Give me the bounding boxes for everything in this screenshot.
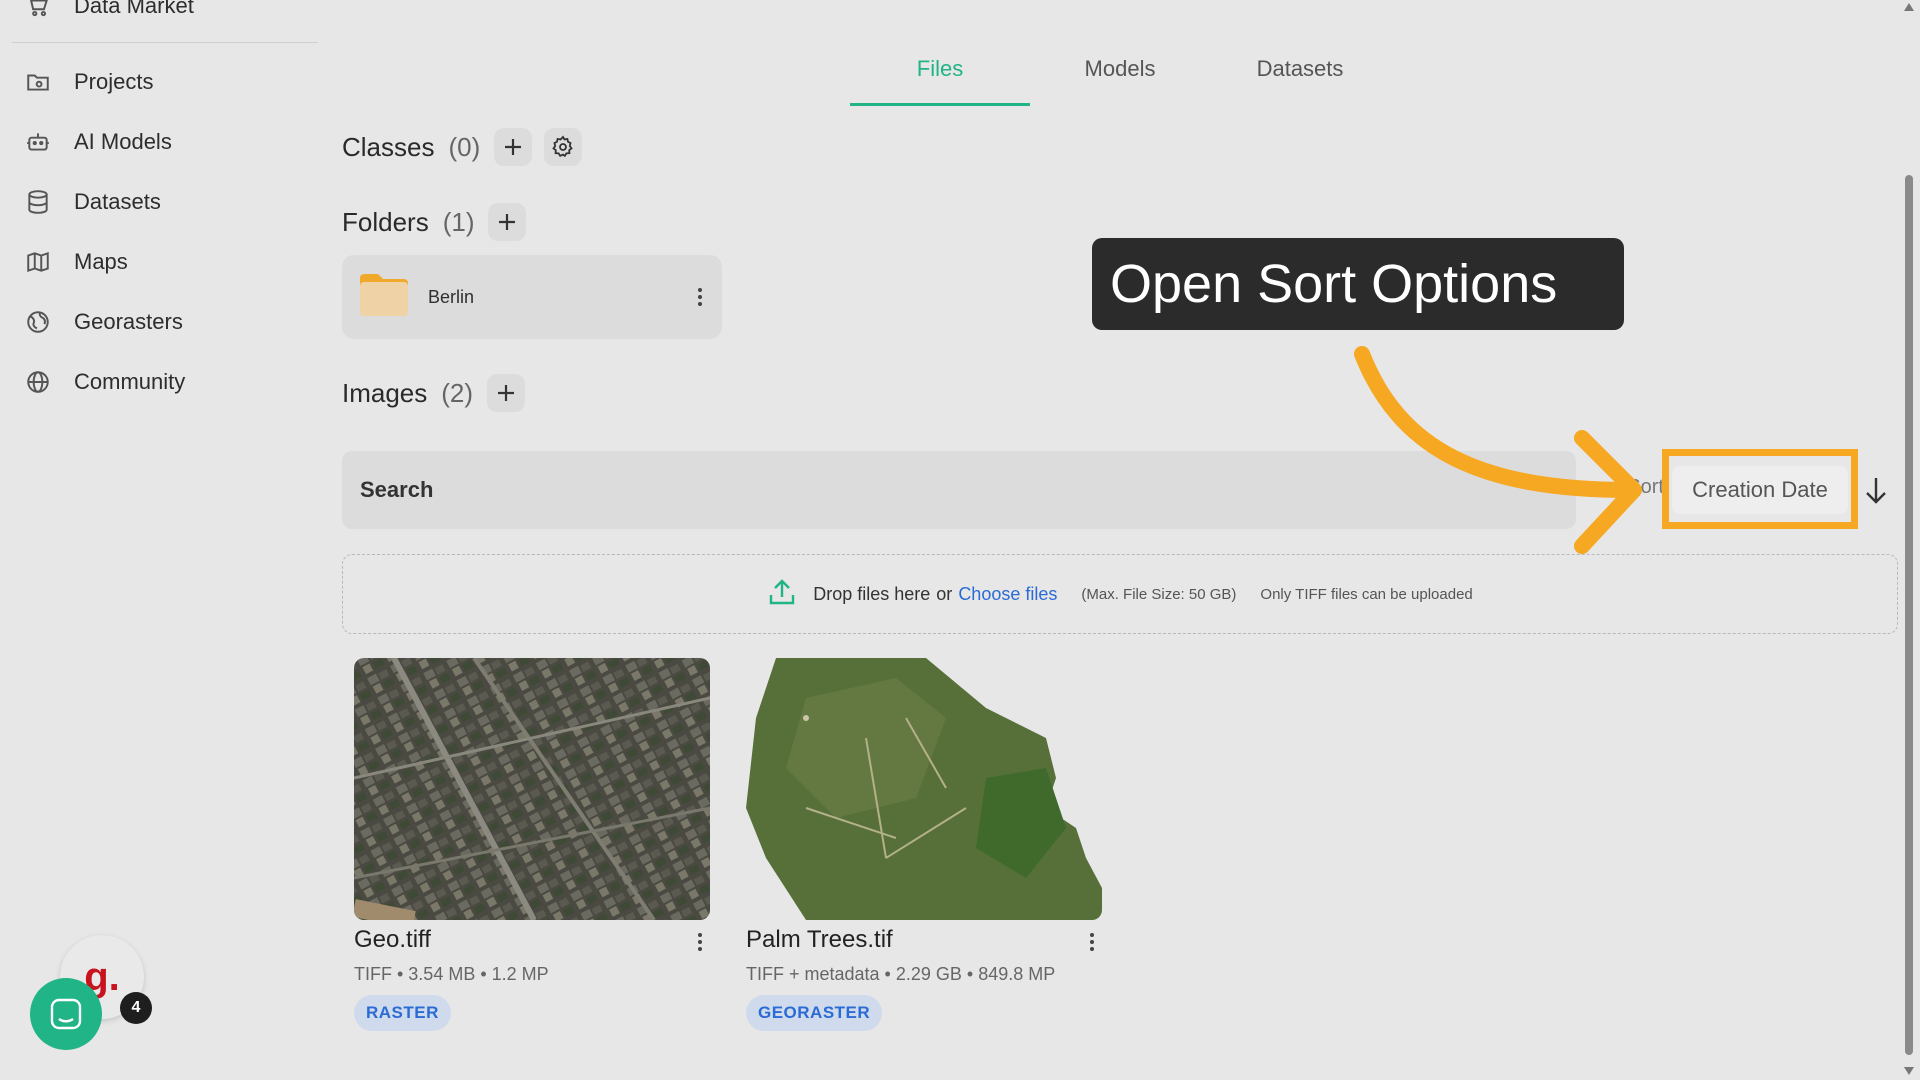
kebab-icon [698,933,702,951]
folder-menu-button[interactable] [690,283,710,311]
file-name: Palm Trees.tif [746,926,893,953]
plus-icon [505,139,522,155]
file-card-geo[interactable]: Geo.tiff TIFF • 3.54 MB • 1.2 MP RASTER [354,658,710,1031]
tab-models[interactable]: Models [1030,48,1210,106]
max-file-size: (Max. File Size: 50 GB) [1081,585,1237,603]
class-settings-button[interactable] [544,128,583,166]
folders-count: (1) [442,206,475,237]
or-text: or [936,583,953,604]
sidebar-item-label: Georasters [74,309,183,334]
sort-direction-button[interactable] [1862,474,1890,506]
chat-launcher-button[interactable] [30,978,102,1050]
images-count: (2) [441,377,474,408]
file-meta: TIFF • 3.54 MB • 1.2 MP [354,964,549,984]
classes-header: Classes (0) [342,128,583,166]
robot-icon [24,128,52,156]
choose-files-link[interactable]: Choose files [958,584,1057,605]
folders-title: Folders [342,206,429,237]
plus-icon [499,214,516,230]
scrollbar[interactable] [1898,0,1920,1080]
sidebar-item-projects[interactable]: Projects [24,62,153,102]
sidebar-divider [12,42,318,43]
map-icon [24,248,52,276]
add-image-button[interactable] [487,374,526,412]
folder-name: Berlin [428,286,475,307]
images-title: Images [342,377,428,408]
gear-icon [552,135,573,158]
kebab-icon [1090,933,1094,951]
classes-title: Classes [342,131,435,162]
sidebar-item-label: Community [74,369,186,394]
file-menu-button[interactable] [1082,928,1102,956]
file-type-note: Only TIFF files can be uploaded [1260,585,1473,603]
folders-header: Folders (1) [342,203,527,241]
add-class-button[interactable] [494,128,533,166]
drop-text: Drop files here [813,583,931,604]
thumbnail-image [746,658,1102,920]
file-menu-button[interactable] [690,928,710,956]
database-icon [24,188,52,216]
sidebar-item-label: Projects [74,69,154,94]
sidebar-item-label: Maps [74,249,128,274]
globe-icon [24,368,52,396]
upload-icon [767,577,797,612]
sidebar-item-label: Data Market [74,0,194,18]
file-meta: TIFF + metadata • 2.29 GB • 849.8 MP [746,964,1056,984]
thumbnail-image [354,658,710,920]
file-card-palm-trees[interactable]: Palm Trees.tif TIFF + metadata • 2.29 GB… [746,658,1102,1031]
scroll-down-icon [1904,1067,1914,1075]
sidebar-item-ai-models[interactable]: AI Models [24,122,172,162]
tab-bar: Files Models Datasets [850,48,1390,106]
sidebar-item-maps[interactable]: Maps [24,242,128,282]
file-type-badge: GEORASTER [746,995,883,1031]
arrow-down-icon [1866,478,1886,504]
classes-count: (0) [448,131,481,162]
sidebar-item-datasets[interactable]: Datasets [24,182,161,222]
notification-badge: 4 [120,992,152,1024]
file-type-badge: RASTER [354,995,451,1031]
sidebar-item-community[interactable]: Community [24,362,185,402]
sidebar: Data Market Projects AI Models Datasets … [0,0,330,1080]
globe-grid-icon [24,308,52,336]
tab-files[interactable]: Files [850,48,1030,106]
search-placeholder: Search [360,477,434,502]
images-header: Images (2) [342,374,526,412]
plus-icon [498,385,515,401]
annotation-arrow [1354,346,1642,554]
sidebar-item-data-market[interactable]: Data Market [24,0,194,26]
folder-icon [24,68,52,96]
kebab-icon [698,288,702,306]
sidebar-item-georasters[interactable]: Georasters [24,302,183,342]
scroll-up-icon [1904,3,1914,11]
sort-highlight-box [1662,449,1858,529]
add-folder-button[interactable] [488,203,527,241]
tooltip: Open Sort Options [1092,238,1624,330]
sidebar-item-label: Datasets [74,189,161,214]
file-name: Geo.tiff [354,926,431,953]
chat-icon [50,998,82,1030]
tab-datasets[interactable]: Datasets [1210,48,1390,106]
folder-icon [358,272,410,323]
sidebar-item-label: AI Models [74,129,172,154]
cart-icon [24,0,52,20]
scrollbar-thumb[interactable] [1905,175,1913,1055]
folder-card-berlin[interactable]: Berlin [342,255,722,339]
